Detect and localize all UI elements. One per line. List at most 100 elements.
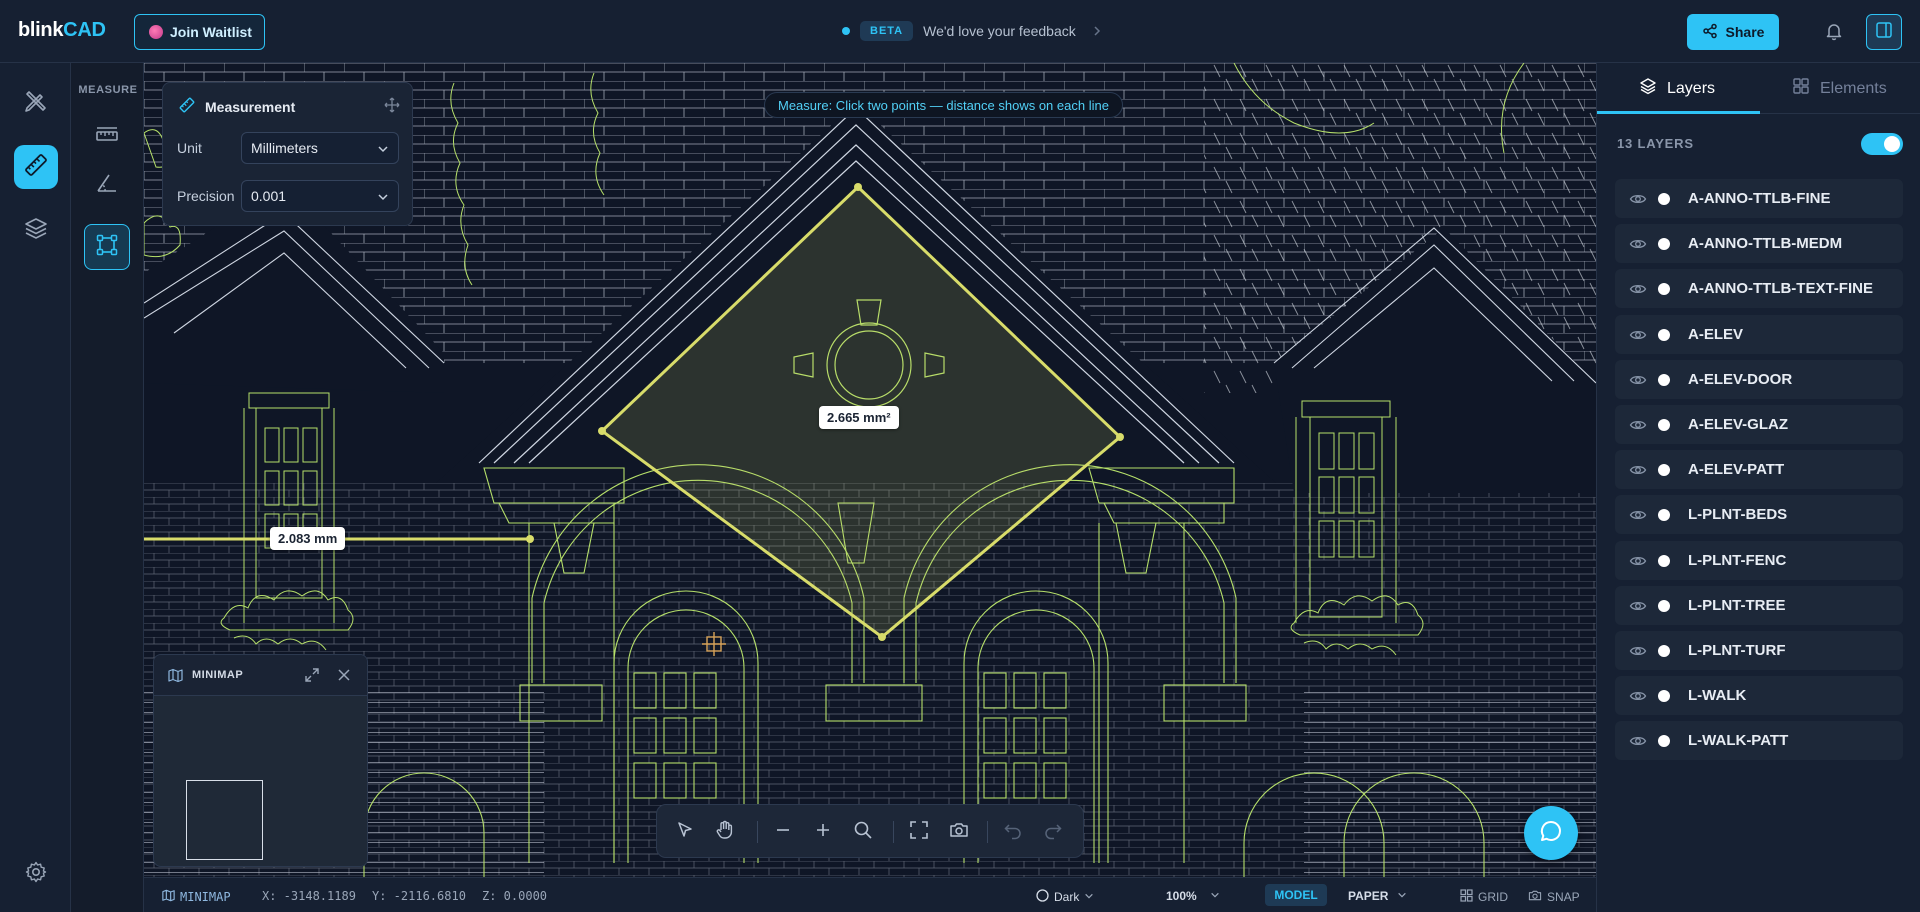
zoom-out-button[interactable] (771, 820, 795, 844)
precision-label: Precision (177, 188, 235, 204)
layer-color-swatch[interactable] (1658, 373, 1670, 386)
layer-color-swatch[interactable] (1658, 464, 1670, 477)
all-layers-toggle[interactable] (1861, 133, 1903, 155)
beta-feedback-banner[interactable]: BETA We'd love your feedback (842, 21, 1102, 41)
expand-icon[interactable] (304, 667, 320, 688)
layers-tools-button[interactable] (14, 208, 58, 252)
pan-tool-button[interactable] (713, 820, 737, 844)
layer-row[interactable]: L-WALK-PATT (1615, 721, 1903, 761)
eye-icon[interactable] (1629, 552, 1647, 575)
select-tool-button[interactable] (673, 820, 697, 844)
panel-tabs: Layers Elements (1597, 63, 1920, 114)
layer-row[interactable]: A-ELEV (1615, 314, 1903, 354)
minimap-panel[interactable]: MINIMAP (153, 654, 368, 867)
layer-row[interactable]: A-ANNO-TTLB-MEDM (1615, 224, 1903, 264)
beta-status-dot (842, 27, 850, 35)
zoom-select[interactable]: 100% (1166, 889, 1220, 903)
camera-icon (1528, 889, 1542, 905)
screenshot-button[interactable] (947, 820, 971, 844)
layer-row[interactable]: L-WALK (1615, 676, 1903, 716)
layer-color-swatch[interactable] (1658, 690, 1670, 703)
undo-button[interactable] (1001, 820, 1025, 844)
theme-select[interactable]: Dark (1036, 889, 1094, 905)
angle-tool-button[interactable] (84, 162, 130, 208)
model-space-button[interactable]: MODEL (1265, 884, 1327, 906)
settings-button[interactable] (22, 860, 50, 888)
eye-icon[interactable] (1629, 687, 1647, 710)
eye-icon[interactable] (1629, 371, 1647, 394)
layer-row[interactable]: A-ANNO-TTLB-TEXT-FINE (1615, 269, 1903, 309)
eye-icon[interactable] (1629, 597, 1647, 620)
sidebar-panel-icon (1875, 21, 1893, 44)
layer-row[interactable]: A-ANNO-TTLB-FINE (1615, 179, 1903, 218)
design-tools-button[interactable] (14, 81, 58, 125)
fit-view-button[interactable] (907, 820, 931, 844)
zoom-search-button[interactable] (851, 820, 875, 844)
chat-button[interactable] (1524, 806, 1578, 860)
area-select-icon (95, 233, 119, 262)
logo[interactable]: blinkCAD (18, 19, 106, 42)
layer-row[interactable]: L-PLNT-FENC (1615, 540, 1903, 580)
layer-color-swatch[interactable] (1658, 238, 1670, 251)
layer-color-swatch[interactable] (1658, 193, 1670, 205)
snap-label: SNAP (1547, 890, 1580, 904)
eye-icon[interactable] (1629, 461, 1647, 484)
tab-elements-label: Elements (1820, 79, 1887, 97)
eye-icon[interactable] (1629, 326, 1647, 349)
share-button[interactable]: Share (1687, 14, 1779, 50)
layer-row[interactable]: L-PLNT-TREE (1615, 585, 1903, 625)
eye-icon[interactable] (1629, 732, 1647, 755)
distance-tool-button[interactable] (84, 115, 130, 161)
move-handle-icon[interactable] (384, 97, 400, 118)
toolbar-separator (757, 821, 758, 843)
eye-icon[interactable] (1629, 416, 1647, 439)
logo-cad: CAD (63, 19, 106, 41)
layer-color-swatch[interactable] (1658, 554, 1670, 567)
zoom-in-button[interactable] (811, 820, 835, 844)
grid-toggle[interactable]: GRID (1460, 889, 1508, 905)
snap-toggle[interactable]: SNAP (1528, 889, 1580, 905)
chevron-right-icon (1092, 23, 1102, 39)
layer-color-swatch[interactable] (1658, 735, 1670, 748)
layer-row[interactable]: L-PLNT-TURF (1615, 631, 1903, 670)
eye-icon[interactable] (1629, 280, 1647, 303)
layer-row[interactable]: A-ELEV-PATT (1615, 450, 1903, 490)
tab-elements[interactable]: Elements (1792, 63, 1887, 114)
layer-color-swatch[interactable] (1658, 283, 1670, 296)
layer-row[interactable]: A-ELEV-DOOR (1615, 359, 1903, 399)
join-waitlist-button[interactable]: Join Waitlist (134, 14, 265, 50)
toggle-panel-button[interactable] (1866, 14, 1902, 50)
layer-color-swatch[interactable] (1658, 645, 1670, 657)
eye-icon[interactable] (1629, 642, 1647, 665)
measurement-panel-header: Measurement (179, 97, 295, 116)
paper-space-select[interactable]: PAPER (1348, 889, 1407, 903)
eye-icon[interactable] (1629, 506, 1647, 529)
map-icon (162, 889, 175, 905)
bell-icon[interactable] (1822, 19, 1846, 43)
eye-icon[interactable] (1629, 235, 1647, 258)
measure-tools-button[interactable] (14, 145, 58, 189)
unit-select[interactable]: Millimeters (241, 132, 399, 164)
tab-layers[interactable]: Layers (1639, 63, 1715, 114)
zoom-value: 100% (1166, 889, 1197, 903)
layer-color-swatch[interactable] (1658, 419, 1670, 431)
eye-icon[interactable] (1629, 190, 1647, 213)
layer-name: L-PLNT-TREE (1688, 596, 1786, 614)
minimap-viewport-frame[interactable] (186, 780, 263, 860)
minimap-toggle[interactable]: MINIMAP (162, 889, 231, 905)
area-tool-button[interactable] (84, 224, 130, 270)
layer-row[interactable]: A-ELEV-GLAZ (1615, 405, 1903, 444)
close-icon[interactable] (336, 667, 352, 688)
precision-select[interactable]: 0.001 (241, 180, 399, 212)
redo-button[interactable] (1041, 820, 1065, 844)
layer-row[interactable]: L-PLNT-BEDS (1615, 495, 1903, 535)
layer-color-swatch[interactable] (1658, 328, 1670, 341)
layer-name: L-WALK (1688, 687, 1747, 705)
measure-hint-tooltip: Measure: Click two points — distance sho… (764, 92, 1123, 118)
toggle-knob (1884, 136, 1900, 152)
left-rail (0, 63, 71, 912)
layer-color-swatch[interactable] (1658, 509, 1670, 522)
ruler-icon (23, 152, 49, 183)
layer-color-swatch[interactable] (1658, 599, 1670, 612)
hand-icon (714, 819, 736, 846)
